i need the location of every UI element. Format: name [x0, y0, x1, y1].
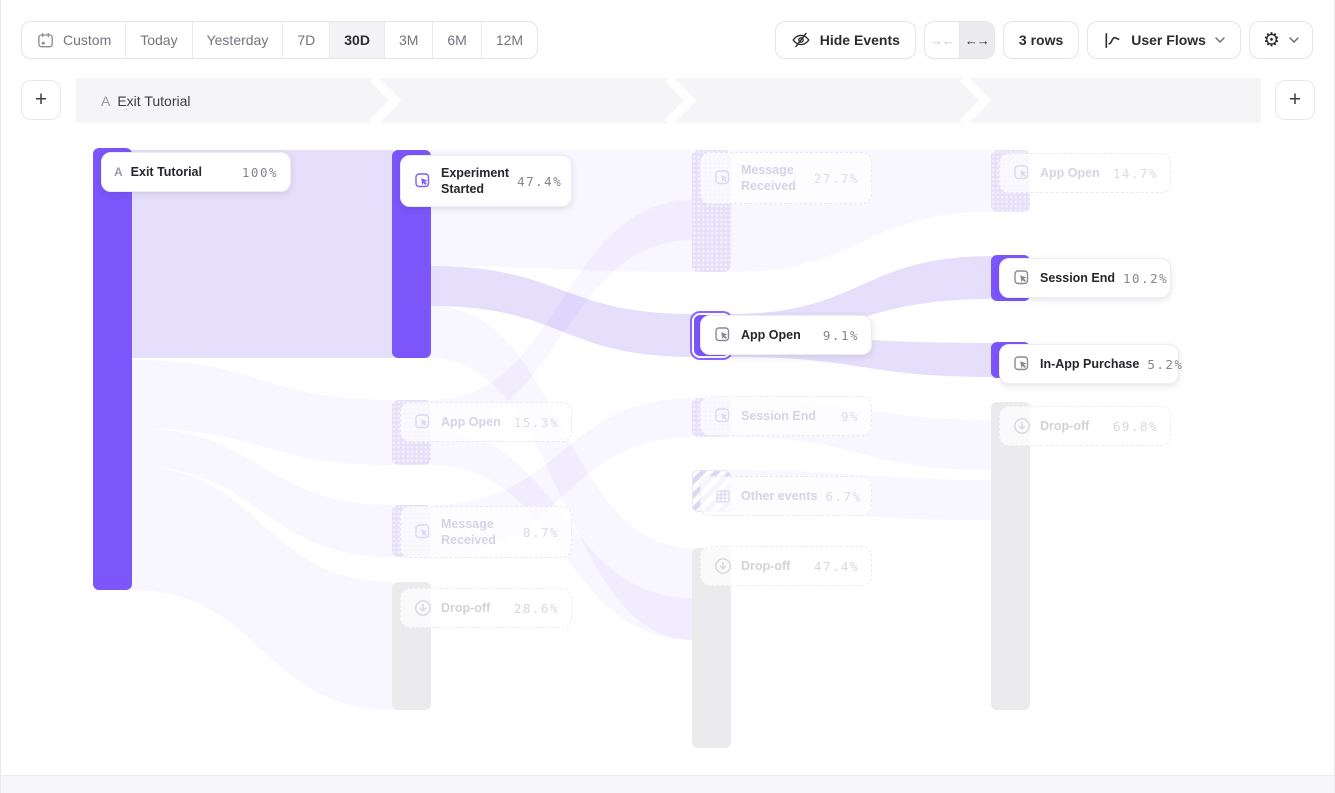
node-percent: 5.2% — [1147, 357, 1183, 372]
step-letter-badge: A — [114, 165, 123, 179]
flow-node-message-received[interactable]: Message Received 27.7% — [700, 152, 872, 204]
user-flows-app: CustomTodayYesterday7D30D3M6M12M Hide Ev… — [0, 0, 1335, 793]
node-percent: 14.7% — [1113, 166, 1158, 181]
event-icon — [1012, 268, 1032, 288]
event-icon — [713, 406, 733, 426]
node-percent: 47.4% — [517, 174, 562, 189]
node-label: Drop-off — [1040, 418, 1105, 434]
event-icon — [413, 522, 433, 542]
node-percent: 47.4% — [814, 559, 859, 574]
flow-node-drop-off[interactable]: Drop-off 69.8% — [999, 406, 1171, 446]
flow-node-app-open[interactable]: App Open 15.3% — [400, 402, 572, 442]
node-label: Exit Tutorial — [131, 164, 234, 180]
flow-bar-exit-tutorial[interactable] — [93, 148, 132, 590]
node-label: Drop-off — [741, 558, 806, 574]
node-label: Session End — [741, 408, 833, 424]
drop-off-icon — [413, 598, 433, 618]
node-label: App Open — [741, 327, 815, 343]
flow-bar-drop-off[interactable] — [991, 402, 1030, 710]
node-label: Drop-off — [441, 600, 506, 616]
flow-node-drop-off[interactable]: Drop-off 28.6% — [400, 588, 572, 628]
node-percent: 10.2% — [1123, 271, 1168, 286]
node-label: Session End — [1040, 270, 1115, 286]
node-label: In-App Purchase — [1040, 356, 1139, 372]
node-label: App Open — [441, 414, 506, 430]
event-icon — [713, 168, 733, 188]
event-icon — [713, 325, 733, 345]
drop-off-icon — [713, 556, 733, 576]
node-percent: 15.3% — [514, 415, 559, 430]
node-percent: 27.7% — [814, 171, 859, 186]
node-percent: 9% — [841, 409, 859, 424]
event-icon — [1012, 163, 1032, 183]
flow-node-message-received[interactable]: Message Received 8.7% — [400, 506, 572, 558]
flow-node-session-end[interactable]: Session End 9% — [700, 396, 872, 436]
flow-node-exit-tutorial[interactable]: A Exit Tutorial 100% — [101, 152, 291, 192]
node-percent: 28.6% — [514, 601, 559, 616]
event-icon — [413, 412, 433, 432]
node-label: Message Received — [741, 162, 806, 195]
flow-node-app-open[interactable]: App Open 9.1% — [700, 315, 872, 355]
node-label: Message Received — [441, 516, 515, 549]
horizontal-scrollbar[interactable] — [1, 775, 1334, 793]
other-events-icon — [713, 486, 733, 506]
flow-node-drop-off[interactable]: Drop-off 47.4% — [700, 546, 872, 586]
flow-node-experiment-started[interactable]: Experiment Started 47.4% — [400, 155, 572, 207]
flow-links-layer — [1, 0, 1335, 793]
node-label: Other events — [741, 488, 817, 504]
flow-node-session-end[interactable]: Session End 10.2% — [999, 258, 1171, 298]
node-label: Experiment Started — [441, 165, 509, 198]
user-flows-sankey: A Exit Tutorial 100% Experiment Started 47.4… — [1, 0, 1334, 793]
event-icon — [413, 171, 433, 191]
node-percent: 6.7% — [825, 489, 861, 504]
node-percent: 8.7% — [523, 525, 559, 540]
flow-node-other-events[interactable]: Other events 6.7% — [700, 476, 872, 516]
flow-node-app-open[interactable]: App Open 14.7% — [999, 153, 1171, 193]
node-percent: 69.8% — [1113, 419, 1158, 434]
node-percent: 100% — [242, 165, 278, 180]
event-icon — [1012, 354, 1032, 374]
node-percent: 9.1% — [823, 328, 859, 343]
flow-node-in-app-purchase[interactable]: In-App Purchase5.2% — [999, 344, 1179, 384]
node-label: App Open — [1040, 165, 1105, 181]
drop-off-icon — [1012, 416, 1032, 436]
